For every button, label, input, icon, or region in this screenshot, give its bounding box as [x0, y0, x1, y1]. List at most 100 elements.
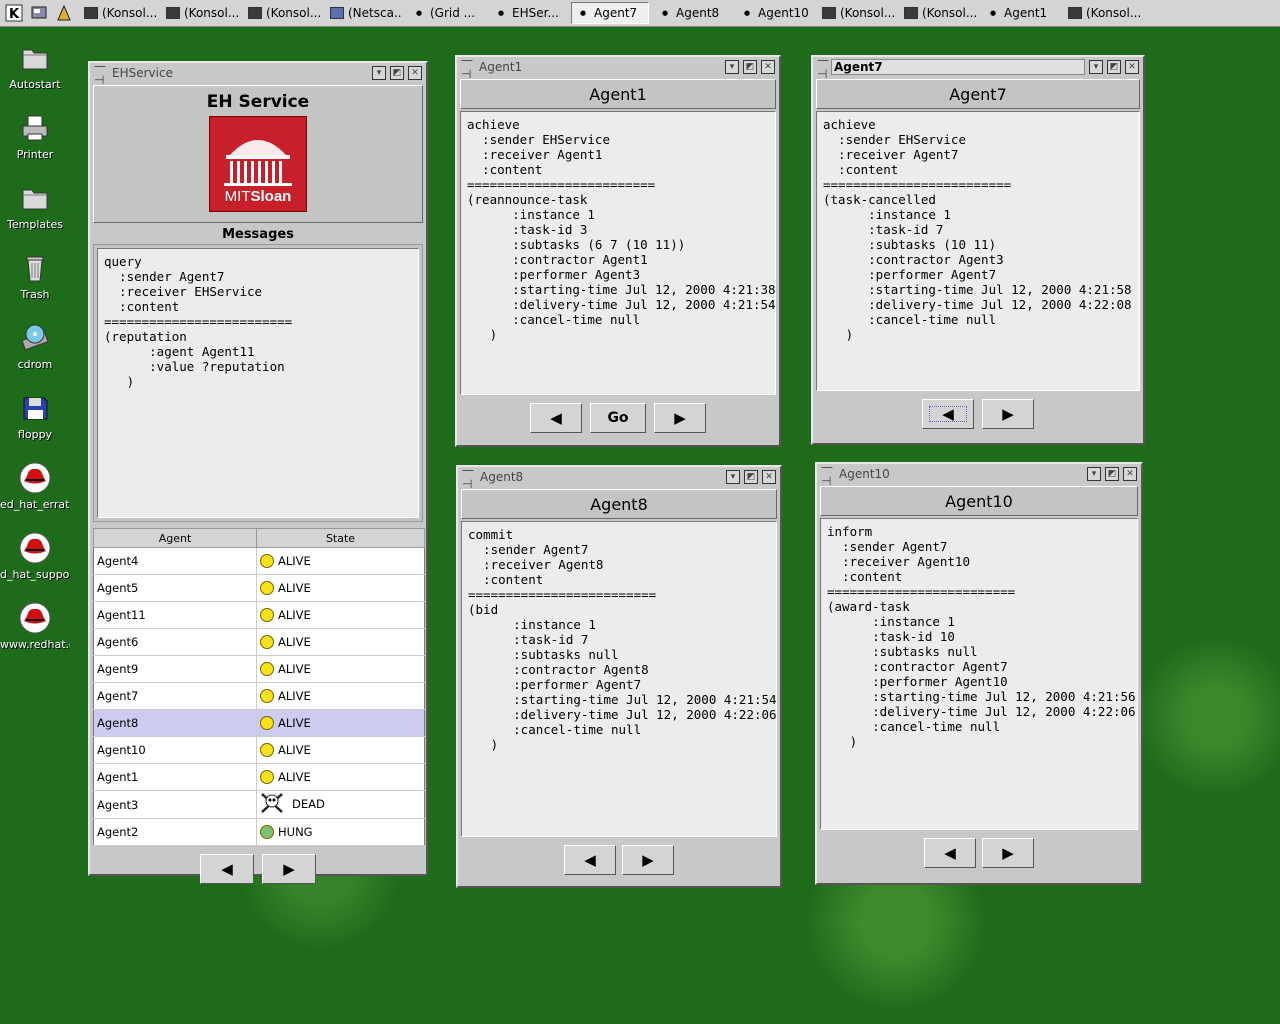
table-row[interactable]: Agent10 ALIVE [93, 736, 425, 764]
agent-column-header[interactable]: Agent [93, 528, 257, 548]
desktop-icon-www-redhat-com[interactable]: www.redhat.com [0, 602, 70, 651]
close-icon[interactable]: ✕ [761, 60, 775, 74]
taskbar-button-label: (Konsol... [184, 6, 239, 20]
taskbar-button[interactable]: (Konsol... [817, 2, 895, 24]
table-row[interactable]: Agent7 ALIVE [93, 682, 425, 710]
table-row[interactable]: Agent11 ALIVE [93, 601, 425, 629]
window-titlebar[interactable]: — ⊣ Agent10 ▾ ◩ ✕ [817, 460, 1141, 488]
desktop-icon-label: floppy [17, 428, 53, 441]
desktop-icon-floppy[interactable]: floppy [0, 392, 70, 441]
folder-icon [19, 42, 51, 74]
smiley-icon [260, 716, 274, 731]
prev-button[interactable]: ◀ [564, 845, 616, 875]
table-row[interactable]: Agent1 ALIVE [93, 763, 425, 791]
agent-heading: Agent7 [816, 79, 1140, 109]
table-row[interactable]: Agent8 ALIVE [93, 709, 425, 737]
desktop-icon-trash[interactable]: Trash [0, 252, 70, 301]
taskbar-button[interactable]: (Netsca... [325, 2, 403, 24]
window-menu-icon[interactable]: — ⊣ [821, 460, 835, 488]
taskbar-button[interactable]: ● Agent7 [571, 2, 649, 24]
table-row[interactable]: Agent6 ALIVE [93, 628, 425, 656]
right-arrow-icon: ▶ [1002, 405, 1014, 423]
agent7-navbar: ◀ ▶ [813, 399, 1143, 429]
minimize-icon[interactable]: ▾ [726, 470, 740, 484]
taskbar-button[interactable]: ● EHSer... [489, 2, 567, 24]
maximize-icon[interactable]: ◩ [1105, 467, 1119, 481]
minimize-icon[interactable]: ▾ [725, 60, 739, 74]
desktop-icon-ed-hat-errata[interactable]: ed_hat_errata [0, 462, 70, 511]
taskbar-button[interactable]: ● Agent10 [735, 2, 813, 24]
message-text[interactable]: commit :sender Agent7 :receiver Agent8 :… [461, 521, 777, 837]
taskbar-button[interactable]: ● Agent8 [653, 2, 731, 24]
window-titlebar[interactable]: — ⊣ Agent8 ▾ ◩ ✕ [458, 463, 780, 491]
eh-header-panel: EH Service MITSloan [93, 85, 423, 223]
sick-face-icon [260, 825, 274, 840]
window-title: EHService [112, 66, 173, 80]
prev-button[interactable]: ◀ [530, 403, 582, 433]
window-titlebar[interactable]: — ⊣ Agent1 ▾ ◩ ✕ [457, 53, 779, 81]
window-titlebar[interactable]: — ⊣ Agent7 ▾ ◩ ✕ [813, 53, 1143, 81]
close-icon[interactable]: ✕ [408, 66, 422, 80]
minimize-icon[interactable]: ▾ [372, 66, 386, 80]
mit-sloan-logo: MITSloan [209, 116, 307, 212]
taskbar-button[interactable]: ● (Grid ... [407, 2, 485, 24]
minimize-icon[interactable]: ▾ [1089, 60, 1103, 74]
next-button[interactable]: ▶ [622, 845, 674, 875]
floppy-icon [19, 392, 51, 424]
prev-button[interactable]: ◀ [924, 838, 976, 868]
konsole-icon [822, 7, 836, 19]
wizard-icon[interactable] [53, 2, 75, 24]
desktop-icon-d-hat-support[interactable]: d_hat_support [0, 532, 70, 581]
desktop-icon-cdrom[interactable]: cdrom [0, 322, 70, 371]
table-row[interactable]: Agent3 DEAD [93, 790, 425, 819]
taskbar-button[interactable]: ● Agent1 [981, 2, 1059, 24]
message-text[interactable]: query :sender Agent7 :receiver EHService… [97, 248, 419, 518]
desktop-icon[interactable] [28, 2, 50, 24]
agent-state-cell: ALIVE [256, 763, 425, 791]
window-menu-icon[interactable]: — ⊣ [817, 53, 831, 81]
window-titlebar[interactable]: — ⊣ EHService ▾ ◩ ✕ [90, 59, 426, 87]
desktop-icon-label: ed_hat_errata [0, 498, 70, 511]
message-text[interactable]: inform :sender Agent7 :receiver Agent10 … [820, 518, 1138, 830]
window-menu-icon[interactable]: — ⊣ [462, 463, 476, 491]
close-icon[interactable]: ✕ [1125, 60, 1139, 74]
desktop-icon-printer[interactable]: Printer [0, 112, 70, 161]
state-column-header[interactable]: State [256, 528, 425, 548]
table-row[interactable]: Agent9 ALIVE [93, 655, 425, 683]
next-button[interactable]: ▶ [262, 854, 316, 884]
taskbar-button[interactable]: (Konsol... [79, 2, 157, 24]
taskbar-button-label: (Konsol... [266, 6, 321, 20]
table-row[interactable]: Agent5 ALIVE [93, 574, 425, 602]
skull-crossbones-icon [260, 792, 286, 817]
taskbar-button[interactable]: (Konsol... [1063, 2, 1141, 24]
agent-name-cell: Agent3 [93, 790, 257, 819]
maximize-icon[interactable]: ◩ [743, 60, 757, 74]
next-button[interactable]: ▶ [982, 838, 1034, 868]
prev-button[interactable]: ◀ [922, 399, 974, 429]
window-menu-icon[interactable]: — ⊣ [461, 53, 475, 81]
maximize-icon[interactable]: ◩ [744, 470, 758, 484]
left-arrow-icon: ◀ [944, 844, 956, 862]
message-text[interactable]: achieve :sender EHService :receiver Agen… [460, 111, 776, 395]
k-menu-icon[interactable]: K [3, 2, 25, 24]
next-button[interactable]: ▶ [654, 403, 706, 433]
agent-name-cell: Agent2 [93, 818, 257, 846]
message-text[interactable]: achieve :sender EHService :receiver Agen… [816, 111, 1140, 391]
desktop-icon-autostart[interactable]: Autostart [0, 42, 70, 91]
go-button[interactable]: Go [590, 403, 646, 433]
taskbar-button[interactable]: (Konsol... [243, 2, 321, 24]
taskbar-button[interactable]: (Konsol... [161, 2, 239, 24]
table-row[interactable]: Agent2 HUNG [93, 818, 425, 846]
taskbar-button-label: Agent7 [594, 6, 638, 20]
close-icon[interactable]: ✕ [762, 470, 776, 484]
next-button[interactable]: ▶ [982, 399, 1034, 429]
minimize-icon[interactable]: ▾ [1087, 467, 1101, 481]
prev-button[interactable]: ◀ [200, 854, 254, 884]
desktop-icon-templates[interactable]: Templates [0, 182, 70, 231]
maximize-icon[interactable]: ◩ [1107, 60, 1121, 74]
window-menu-icon[interactable]: — ⊣ [94, 59, 108, 87]
table-row[interactable]: Agent4 ALIVE [93, 547, 425, 575]
maximize-icon[interactable]: ◩ [390, 66, 404, 80]
close-icon[interactable]: ✕ [1123, 467, 1137, 481]
taskbar-button[interactable]: (Konsol... [899, 2, 977, 24]
